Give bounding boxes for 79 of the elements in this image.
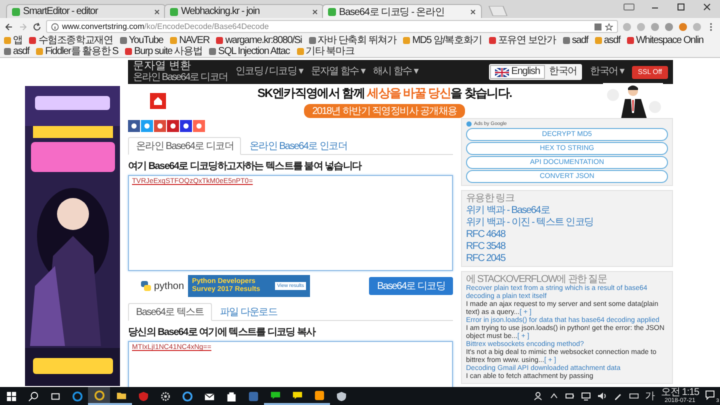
bookmark[interactable]: 기타 북마크 xyxy=(296,46,354,57)
site-logo[interactable]: 문자열 변환 xyxy=(133,61,228,72)
language-menu[interactable]: 한국어 ▾ xyxy=(590,66,624,78)
clock-time: 오전 1:15 xyxy=(660,388,699,396)
bookmark-icon xyxy=(562,37,570,44)
pen-icon[interactable] xyxy=(612,391,623,401)
bookmark-icon xyxy=(170,37,178,44)
reload-icon[interactable] xyxy=(32,22,42,32)
panel-title: 에 STACKOVERFLOW에 관한 질문 xyxy=(466,274,607,285)
language-button[interactable]: 한국어 xyxy=(544,65,582,79)
section-heading: 여기 Base64로 디코딩하고자하는 텍스트를 붙여 넣습니다 xyxy=(128,160,363,173)
flag-icon xyxy=(495,68,510,76)
share-icon[interactable] xyxy=(167,120,179,132)
page-tab[interactable]: 파일 다운로드 xyxy=(212,303,286,321)
star-icon[interactable] xyxy=(605,22,613,30)
site-subtitle: 온라인 Base64로 디코더 xyxy=(133,72,228,83)
volume-icon[interactable] xyxy=(596,391,607,401)
bookmark[interactable]: NAVER xyxy=(170,35,210,46)
page-tab[interactable]: 온라인 Base64로 디코더 xyxy=(128,137,242,155)
battery-icon[interactable] xyxy=(564,391,575,401)
bookmark[interactable]: asdf xyxy=(594,35,620,46)
link[interactable]: RFC 2045 xyxy=(466,253,668,264)
bookmark[interactable]: Burp suite 사용법 xyxy=(125,46,202,57)
link[interactable]: RFC 3548 xyxy=(466,241,668,252)
link[interactable]: 위키 백과 - Base64로 xyxy=(466,205,668,216)
nav-menu[interactable]: 인코딩 / 디코딩 ▾ xyxy=(235,66,303,78)
close-icon[interactable] xyxy=(154,8,160,14)
close-icon[interactable] xyxy=(470,8,476,14)
people-icon[interactable] xyxy=(532,391,543,401)
section-heading: 당신의 Base64로 여기에 텍스트를 디코딩 복사 xyxy=(128,326,317,339)
bookmark[interactable]: MD5 암/복호화기 xyxy=(403,35,482,46)
ad-headline: SK엔카직영에서 함께 세상을 바꿀 당신을 찾습니다. xyxy=(257,84,512,102)
bookmark[interactable]: 앱 xyxy=(4,35,22,46)
python-logo-icon xyxy=(140,280,152,292)
input-method-indicator[interactable]: 가 xyxy=(644,389,655,403)
link[interactable]: RFC 4648 xyxy=(466,229,668,240)
bookmark[interactable]: YouTube xyxy=(120,35,164,46)
keyboard-icon[interactable] xyxy=(628,391,639,401)
bookmark[interactable]: Fiddler를 활용한 S xyxy=(36,46,118,57)
bookmark-icon xyxy=(594,37,602,44)
share-icon[interactable] xyxy=(154,120,166,132)
bookmark[interactable]: SQL Injection Attac xyxy=(209,46,290,57)
address-field[interactable]: www.convertstring.com/ko/EncodeDecode/Base64Decode xyxy=(46,20,618,33)
link[interactable]: 위키 백과 - 이진 - 텍스트 인코딩 xyxy=(466,217,668,228)
close-icon[interactable] xyxy=(312,8,318,14)
network-icon[interactable] xyxy=(580,391,591,401)
page-tab[interactable]: Base64로 텍스트 xyxy=(128,303,212,321)
share-icon[interactable] xyxy=(128,120,140,132)
panel-title: 유용한 링크 xyxy=(466,193,516,204)
notification-icon[interactable] xyxy=(705,390,715,400)
bookmark[interactable]: sadf xyxy=(562,35,588,46)
bookmark[interactable]: 포유연 보안가 xyxy=(488,35,556,46)
browser-icon[interactable] xyxy=(88,387,110,405)
browser-tab[interactable]: SmartEditor - editor xyxy=(6,4,166,18)
bookmark[interactable]: asdf xyxy=(4,46,30,57)
nav-menu[interactable]: 문자열 함수 ▾ xyxy=(310,66,366,78)
bookmark-icon xyxy=(627,37,634,44)
bookmark-icon xyxy=(488,37,496,44)
bookmark[interactable]: 자바 단축회 뛰쳐가 xyxy=(308,35,396,46)
back-icon[interactable] xyxy=(4,22,14,32)
decode-button[interactable]: Base64로 디코딩 xyxy=(369,277,453,295)
close-icon[interactable] xyxy=(701,2,713,12)
bookmark[interactable]: Whitespace Onlin xyxy=(627,35,704,46)
bookmark-icon xyxy=(403,37,410,44)
bookmark[interactable]: wargame.kr:8080/Si xyxy=(216,35,302,46)
language-button[interactable]: English xyxy=(490,65,545,79)
page-icon xyxy=(170,8,178,16)
maximize-icon[interactable] xyxy=(675,2,687,12)
page-tab[interactable]: 온라인 Base64로 인코더 xyxy=(241,137,355,155)
bookmark[interactable]: 수험조종학교재연 xyxy=(29,35,113,46)
browser-tab[interactable]: Webhacking.kr - join xyxy=(164,4,324,18)
caret-up-icon[interactable] xyxy=(548,391,559,401)
page-icon xyxy=(12,8,20,16)
nav-menu[interactable]: 해시 함수 ▾ xyxy=(373,66,418,78)
share-icon[interactable] xyxy=(180,120,192,132)
browser-tab[interactable]: Base64로 디코딩 - 온라인 xyxy=(322,4,482,18)
logo-icon xyxy=(150,93,166,109)
ad-logo-text: python xyxy=(154,280,184,292)
page-icon xyxy=(328,8,336,16)
